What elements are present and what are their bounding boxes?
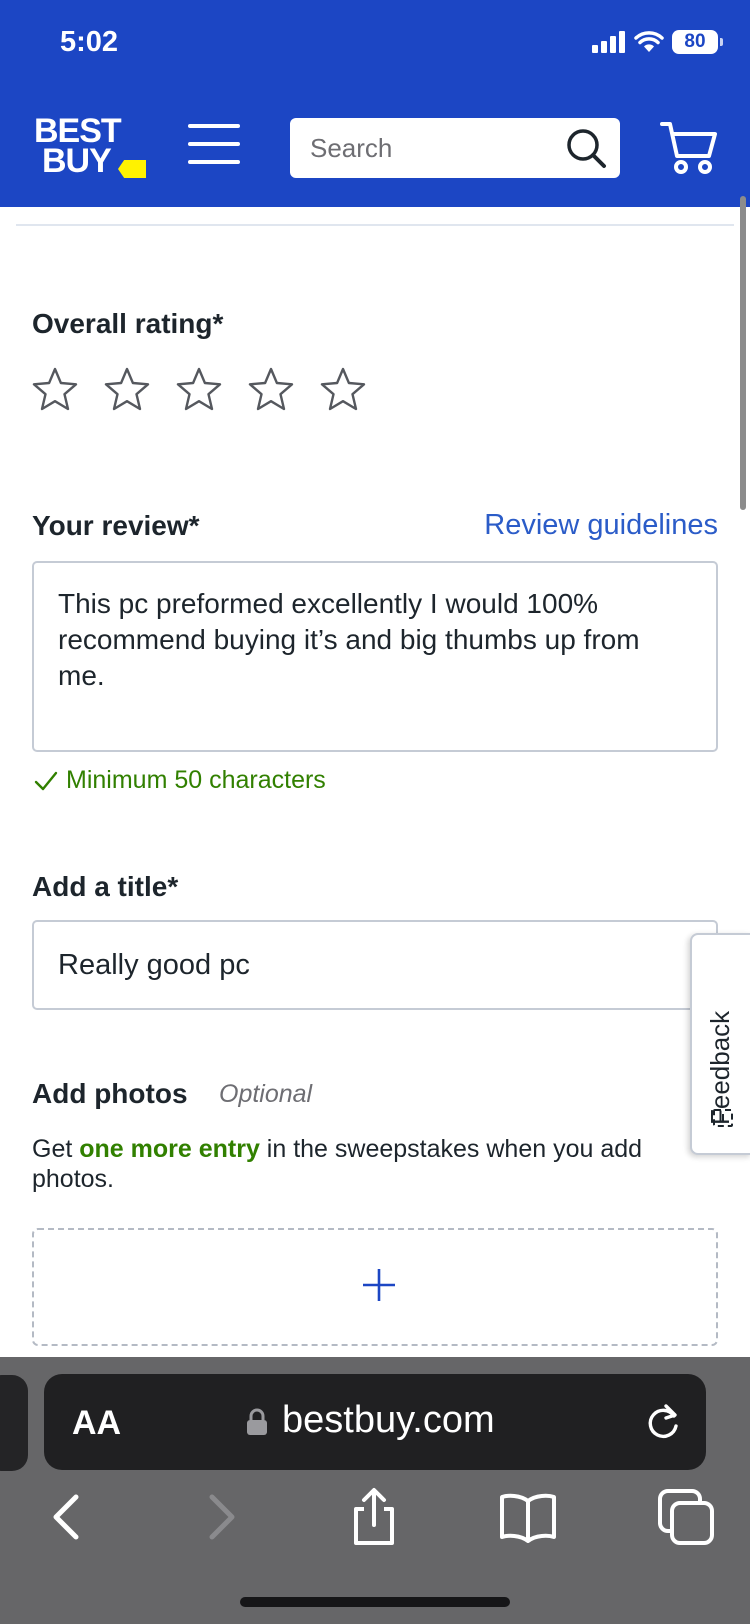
previous-tab-peek[interactable] <box>0 1375 28 1471</box>
search-icon[interactable] <box>564 126 608 170</box>
feedback-tab[interactable]: Feedback <box>690 933 750 1155</box>
status-icons: 80 <box>592 30 723 54</box>
star-2-icon[interactable] <box>104 366 150 412</box>
back-icon[interactable] <box>38 1487 98 1547</box>
feedback-icon <box>713 1109 733 1127</box>
signal-icon <box>592 31 625 53</box>
section-divider <box>16 224 734 226</box>
bestbuy-logo[interactable]: BEST BUY <box>34 114 146 180</box>
promo-text-start: Get <box>32 1135 80 1163</box>
hint-text: Minimum 50 characters <box>66 766 326 794</box>
search-bar[interactable] <box>290 118 620 178</box>
title-label: Add a title* <box>32 871 179 902</box>
star-5-icon[interactable] <box>320 366 366 412</box>
plus-icon <box>363 1269 395 1301</box>
wifi-icon <box>634 31 664 52</box>
star-rating[interactable] <box>32 366 366 412</box>
battery-indicator: 80 <box>672 30 723 54</box>
title-value: Really good pc <box>58 948 250 981</box>
promo-highlight: one more entry <box>79 1135 260 1163</box>
star-4-icon[interactable] <box>248 366 294 412</box>
site-header: 5:02 80 BEST BUY <box>0 0 750 207</box>
review-guidelines-link[interactable]: Review guidelines <box>484 509 718 542</box>
add-photo-button[interactable] <box>32 1228 718 1346</box>
review-label: Your review* <box>32 510 200 541</box>
lock-icon <box>247 1408 267 1435</box>
photos-label: Add photos <box>32 1078 188 1109</box>
feedback-label: Feedback <box>705 1010 735 1125</box>
url-text: bestbuy.com <box>282 1399 495 1441</box>
search-input[interactable] <box>290 132 550 164</box>
bookmarks-icon[interactable] <box>498 1487 558 1547</box>
menu-icon[interactable] <box>188 124 240 164</box>
star-3-icon[interactable] <box>176 366 222 412</box>
review-length-hint: Minimum 50 characters <box>34 766 326 795</box>
forward-icon[interactable] <box>190 1487 250 1547</box>
tabs-icon[interactable] <box>656 1487 716 1547</box>
star-1-icon[interactable] <box>32 366 78 412</box>
home-indicator[interactable] <box>240 1597 510 1607</box>
reload-icon[interactable] <box>644 1402 682 1442</box>
photo-promo-text: Get one more entry in the sweepstakes wh… <box>32 1134 692 1194</box>
checkmark-icon <box>34 771 58 790</box>
text-size-button[interactable]: AA <box>72 1404 121 1443</box>
rating-label: Overall rating* <box>32 308 224 339</box>
browser-nav-row <box>0 1487 750 1567</box>
review-textarea[interactable]: This pc preformed excellently I would 10… <box>32 561 718 752</box>
page-scrollbar[interactable] <box>740 196 746 510</box>
share-icon[interactable] <box>344 1487 404 1547</box>
title-field[interactable]: Really good pc <box>32 920 718 1010</box>
browser-toolbar: AA bestbuy.com <box>0 1357 750 1624</box>
status-time: 5:02 <box>60 26 119 58</box>
address-bar[interactable]: AA bestbuy.com <box>44 1374 706 1470</box>
cart-icon[interactable] <box>660 120 718 176</box>
optional-tag: Optional <box>219 1080 313 1108</box>
